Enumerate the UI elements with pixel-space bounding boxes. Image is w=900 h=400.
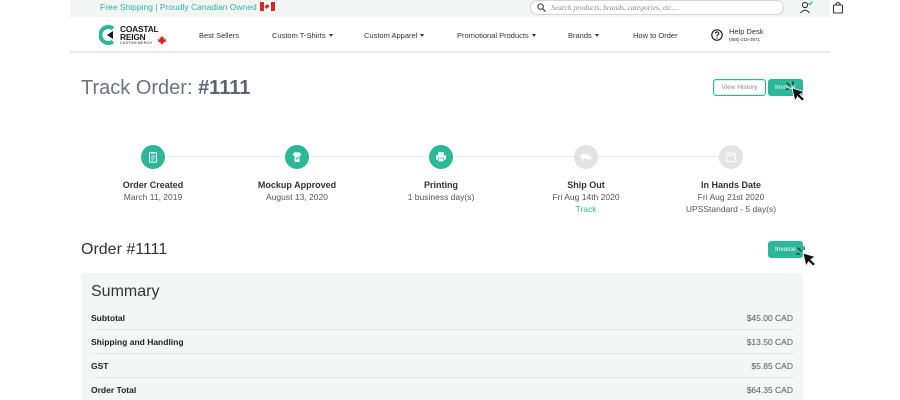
chevron-down-icon [328, 34, 333, 37]
summary-label: Order Total [91, 385, 137, 395]
step-in-hands-marker [719, 145, 743, 169]
chevron-down-icon [420, 34, 425, 37]
step-order-created-marker [141, 145, 165, 169]
summary-title: Summary [91, 283, 160, 300]
step-date: March 11, 2019 [123, 192, 183, 202]
summary-value: $45.00 CAD [746, 313, 793, 323]
chevron-down-icon [531, 34, 536, 37]
nav-custom-t-shirts[interactable]: Custom T-Shirts [272, 31, 333, 40]
help-desk-phone: (888)-210-3971 [729, 37, 761, 42]
step-date: Fri Aug 21st 2020 [697, 192, 765, 202]
step-title: In Hands Date [700, 180, 762, 190]
step-title: Order Created [122, 180, 184, 190]
chevron-down-icon [594, 34, 599, 37]
shipping-banner: Free Shipping | Proudly Canadian Owned [100, 2, 275, 12]
summary-label: Shipping and Handling [91, 337, 184, 347]
summary-row-order-total: Order Total $64.35 CAD [91, 377, 793, 400]
step-mockup-approved-marker [285, 145, 309, 169]
summary-row-gst: GST $5.85 CAD [91, 353, 793, 376]
help-icon[interactable] [711, 29, 723, 41]
step-title: Ship Out [567, 180, 605, 190]
summary-label: Subtotal [91, 313, 125, 323]
shopping-bag-icon[interactable] [832, 1, 844, 14]
summary-label: GST [91, 361, 109, 371]
top-bar: Free Shipping | Proudly Canadian Owned [70, 0, 844, 17]
step-date: Fri Aug 14th 2020 [552, 192, 620, 202]
summary-value: $64.35 CAD [746, 385, 793, 395]
search-bar[interactable] [530, 0, 784, 15]
step-printing-marker [429, 145, 453, 169]
pointer-cursor-icon [796, 246, 817, 268]
logo-wordmark: COASTAL REIGN [120, 24, 159, 42]
step-title: Mockup Approved [257, 180, 337, 190]
order-summary-panel: Summary Subtotal $45.00 CAD Shipping and… [81, 273, 803, 400]
summary-value: $13.50 CAD [746, 337, 793, 347]
clipboard-icon [149, 152, 157, 163]
pointer-cursor-icon [785, 81, 806, 103]
summary-value: $5.85 CAD [751, 361, 793, 371]
summary-row-shipping: Shipping and Handling $13.50 CAD [91, 329, 793, 352]
summary-row-subtotal: Subtotal $45.00 CAD [91, 306, 793, 329]
step-date: August 13, 2020 [266, 192, 328, 202]
nav-best-sellers[interactable]: Best Sellers [199, 31, 239, 40]
nav-promotional-products[interactable]: Promotional Products [457, 31, 536, 40]
main-navbar: COASTAL REIGN CUSTOM MERCH Best Sellers … [70, 17, 830, 53]
coastal-reign-logo[interactable]: COASTAL REIGN CUSTOM MERCH [99, 25, 169, 47]
track-shipment-link[interactable]: Track [576, 204, 597, 214]
step-duration: 1 business day(s) [407, 192, 475, 202]
nav-brands[interactable]: Brands [568, 31, 599, 40]
canada-flag-icon [259, 2, 275, 11]
logo-mark-icon [99, 25, 115, 45]
help-desk-link[interactable]: Help Desk [729, 27, 764, 36]
step-title: Printing [424, 180, 458, 190]
truck-icon [580, 154, 592, 162]
step-shipping-method: UPSStandard - 5 day(s) [685, 204, 777, 214]
printer-icon [436, 152, 446, 163]
nav-how-to-order[interactable]: How to Order [633, 31, 678, 40]
logo-tagline: CUSTOM MERCH [120, 41, 153, 45]
search-input[interactable] [551, 2, 771, 13]
shipping-text: Free Shipping | Proudly Canadian Owned [100, 2, 257, 12]
maple-leaf-icon [157, 35, 167, 45]
shirt-icon [292, 152, 302, 162]
calendar-icon [726, 152, 736, 163]
page-title: Track Order: #1111 [81, 77, 251, 99]
order-title: Order #1111 [81, 241, 168, 258]
nav-custom-apparel[interactable]: Custom Apparel [364, 31, 425, 40]
search-icon[interactable] [537, 3, 546, 12]
view-history-button[interactable]: View History [713, 79, 766, 96]
step-ship-out-marker [574, 145, 598, 169]
user-account-icon[interactable] [799, 1, 813, 14]
